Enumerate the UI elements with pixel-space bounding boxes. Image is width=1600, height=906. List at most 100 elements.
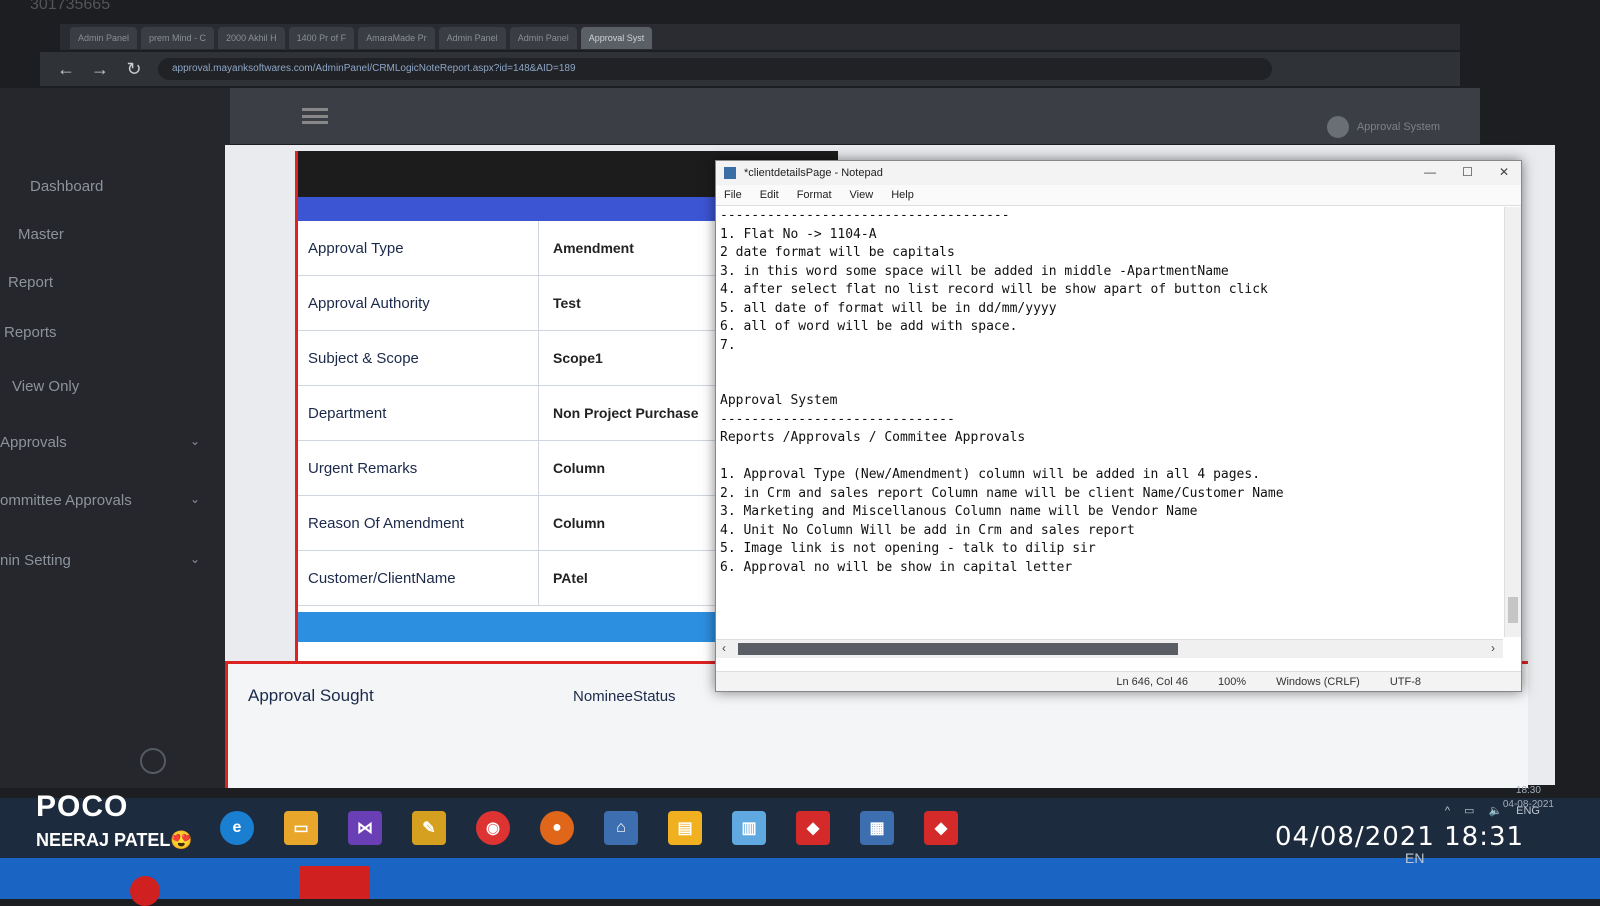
detail-label: Subject & Scope	[298, 331, 539, 385]
detail-label: Approval Type	[298, 221, 539, 275]
file-explorer-icon[interactable]: ▭	[284, 811, 318, 845]
anydesk2-icon[interactable]: ◆	[924, 811, 958, 845]
tray-time: 18:30	[1515, 785, 1541, 796]
app-sidebar: Dashboard Master Report Reports View Onl…	[0, 88, 230, 788]
detail-label: Urgent Remarks	[298, 441, 539, 495]
camera-watermark-author: NEERAJ PATEL😍	[36, 830, 193, 850]
browser-tab-bar: Admin Panel prem Mind - C 2000 Akhil H 1…	[60, 24, 1460, 50]
horizontal-scrollbar[interactable]: ‹ ›	[716, 639, 1503, 658]
notepad-title: *clientdetailsPage - Notepad	[744, 167, 883, 179]
notepad-text-area[interactable]: ------------------------------------- 1.…	[720, 207, 1495, 633]
power-icon[interactable]	[140, 748, 166, 774]
menu-format[interactable]: Format	[797, 189, 832, 201]
strip-red-block	[300, 866, 370, 899]
close-icon[interactable]: ✕	[1499, 165, 1509, 179]
sidebar-item-dashboard[interactable]: Dashboard	[30, 178, 103, 195]
chevron-down-icon: ⌄	[190, 492, 201, 506]
forward-arrow-icon[interactable]: →	[90, 59, 110, 80]
network-icon[interactable]: ⌂	[604, 811, 638, 845]
user-menu[interactable]: Approval System	[1326, 116, 1440, 138]
menu-edit[interactable]: Edit	[760, 189, 779, 201]
menu-view[interactable]: View	[850, 189, 874, 201]
sidebar-item-approvals[interactable]: Approvals ⌄	[0, 434, 200, 451]
address-bar[interactable]: approval.mayanksoftwares.com/AdminPanel/…	[158, 58, 1272, 80]
visual-studio-icon[interactable]: ⋈	[348, 811, 382, 845]
sidebar-item-report[interactable]: Report	[8, 274, 53, 291]
volume-icon[interactable]: 🔈	[1488, 804, 1502, 817]
browser-tab[interactable]: prem Mind - C	[141, 27, 215, 49]
hamburger-menu-icon[interactable]	[302, 108, 328, 124]
scroll-right-icon[interactable]: ›	[1491, 641, 1495, 655]
chevron-down-icon: ⌄	[190, 434, 201, 448]
user-name: Approval System	[1356, 121, 1440, 133]
sidebar-item-label: Master	[18, 226, 64, 243]
menu-help[interactable]: Help	[891, 189, 914, 201]
reload-icon[interactable]: ↻	[124, 59, 144, 80]
back-arrow-icon[interactable]: ←	[56, 59, 76, 80]
line-ending: Windows (CRLF)	[1276, 675, 1360, 688]
camera-watermark-brand: POCO	[36, 790, 129, 823]
anydesk-icon[interactable]: ◆	[796, 811, 830, 845]
approval-sought-label: Approval Sought	[248, 686, 374, 705]
sidebar-item-admin-setting[interactable]: nin Setting ⌄	[0, 552, 200, 569]
sidebar-item-master[interactable]: Master	[18, 226, 64, 243]
sidebar-item-view-only[interactable]: View Only	[12, 378, 79, 395]
sidebar-item-label: ommittee Approvals	[0, 492, 132, 509]
notepad-title-bar[interactable]: *clientdetailsPage - Notepad — ☐ ✕	[716, 161, 1521, 185]
phone-taskbar-strip	[0, 858, 1600, 899]
chrome-icon[interactable]: ◉	[476, 811, 510, 845]
notepad-icon[interactable]: ▥	[732, 811, 766, 845]
scroll-left-icon[interactable]: ‹	[722, 641, 726, 655]
tray-clock[interactable]: 18:30 04-08-2021	[1503, 784, 1554, 812]
sidebar-item-label: Dashboard	[30, 178, 104, 195]
chevron-up-icon[interactable]: ^	[1445, 805, 1450, 817]
browser-tab-active[interactable]: Approval Syst	[580, 27, 653, 49]
approval-sought-value: NomineeStatus	[573, 688, 676, 705]
notepad-icon	[724, 167, 736, 179]
app-header: Approval System	[230, 88, 1480, 144]
encoding: UTF-8	[1389, 675, 1421, 688]
keyboard-layout[interactable]: EN	[1405, 850, 1424, 866]
notepad-status-bar: Ln 646, Col 46 100% Windows (CRLF) UTF-8	[716, 671, 1521, 691]
chevron-down-icon: ⌄	[190, 552, 201, 566]
firefox-icon[interactable]: ●	[540, 811, 574, 845]
edge-icon[interactable]: e	[220, 811, 254, 845]
camera-watermark-datetime: 04/08/2021 18:31	[1275, 822, 1525, 852]
notepad-menu-bar: File Edit Format View Help	[716, 185, 1521, 206]
sticky-notes-icon[interactable]: ▤	[668, 811, 702, 845]
browser-tab[interactable]: Admin Panel	[438, 27, 506, 49]
browser-nav-bar: ← → ↻ approval.mayanksoftwares.com/Admin…	[40, 52, 1460, 86]
sidebar-item-label: Reports	[4, 324, 57, 341]
scroll-thumb[interactable]	[1508, 597, 1518, 623]
sidebar-item-label: Approvals	[0, 434, 67, 451]
detail-label: Customer/ClientName	[298, 551, 539, 605]
maximize-icon[interactable]: ☐	[1462, 165, 1473, 179]
zoom-level: 100%	[1217, 675, 1247, 688]
sidebar-item-label: Report	[8, 274, 54, 291]
photo-header-number: 301735665	[30, 0, 111, 13]
sidebar-item-label: nin Setting	[0, 552, 71, 569]
vertical-scrollbar[interactable]	[1504, 207, 1521, 637]
sidebar-item-committee-approvals[interactable]: ommittee Approvals ⌄	[0, 492, 200, 509]
minimize-icon[interactable]: —	[1424, 165, 1436, 179]
network-tray-icon[interactable]: ▭	[1464, 804, 1474, 817]
menu-file[interactable]: File	[724, 189, 742, 201]
tray-date: 04-08-2021	[1502, 799, 1554, 810]
detail-label: Approval Authority	[298, 276, 539, 330]
scroll-thumb[interactable]	[738, 643, 1178, 655]
browser-tab[interactable]: AmaraMade Pr	[358, 27, 435, 49]
browser-tab[interactable]: Admin Panel	[509, 27, 577, 49]
sidebar-item-label: View Only	[12, 378, 80, 395]
notepad-window: *clientdetailsPage - Notepad — ☐ ✕ File …	[715, 160, 1522, 692]
detail-label: Department	[298, 386, 539, 440]
browser-tab[interactable]: Admin Panel	[70, 27, 138, 49]
sidebar-item-reports[interactable]: Reports	[4, 324, 57, 341]
detail-label: Reason Of Amendment	[298, 496, 539, 550]
browser-tab[interactable]: 2000 Akhil H	[218, 27, 285, 49]
avatar	[1326, 116, 1349, 138]
paint-icon[interactable]: ✎	[412, 811, 446, 845]
strip-red-circle	[130, 876, 160, 906]
browser-tab[interactable]: 1400 Pr of F	[288, 27, 355, 49]
cursor-position: Ln 646, Col 46	[1116, 675, 1188, 688]
calculator-icon[interactable]: ▦	[860, 811, 894, 845]
